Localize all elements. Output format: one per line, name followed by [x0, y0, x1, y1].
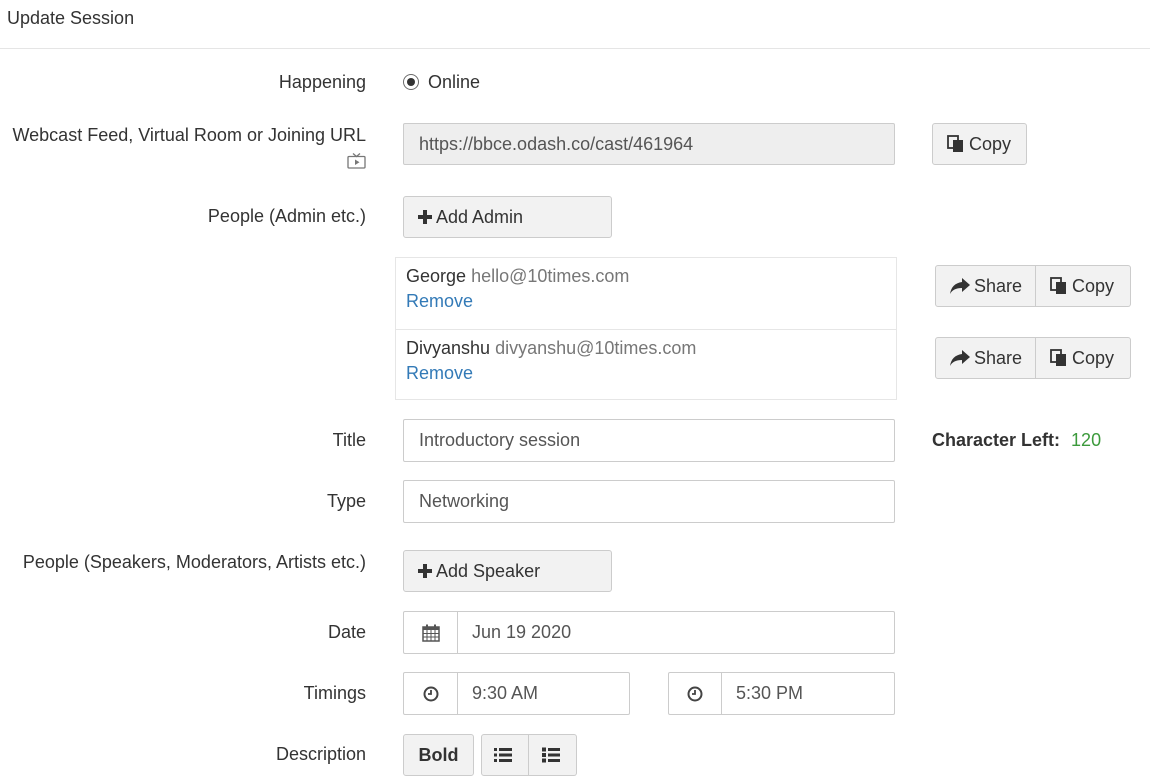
character-left-label: Character Left: — [932, 430, 1061, 450]
start-time-addon[interactable] — [403, 672, 458, 715]
date-label: Date — [327, 622, 366, 642]
character-left-value: 120 — [1071, 430, 1102, 450]
webcast-label-group: Webcast Feed, Virtual Room or Joining UR… — [12, 125, 367, 175]
speakers-label: People (Speakers, Moderators, Artists et… — [22, 552, 366, 572]
share-label: Share — [974, 347, 1023, 368]
copy-icon — [1050, 349, 1066, 366]
list-item: Divyanshu divyanshu@10times.com Remove — [396, 329, 896, 401]
admins-label: People (Admin etc.) — [207, 206, 366, 226]
add-admin-label: Add Admin — [436, 206, 524, 227]
webcast-label: Webcast Feed, Virtual Room or Joining UR… — [12, 125, 367, 145]
share-icon — [950, 278, 970, 294]
admin-actions-2: Share Copy — [935, 337, 1131, 379]
copy-icon — [1050, 277, 1066, 294]
share-button[interactable]: Share — [935, 337, 1036, 379]
list-icon — [494, 748, 512, 762]
person-email: divyanshu@10times.com — [495, 338, 697, 358]
list-icon-alt — [541, 747, 560, 763]
copy-label: Copy — [1072, 347, 1115, 368]
modal-header — [0, 0, 1150, 49]
start-time-input[interactable]: 9:30 AM — [458, 672, 630, 715]
copy-url-button[interactable]: Copy — [932, 123, 1027, 165]
person-email: hello@10times.com — [471, 266, 630, 286]
copy-label: Copy — [969, 133, 1012, 154]
list-item: George hello@10times.com Remove — [396, 258, 896, 329]
online-radio[interactable] — [403, 74, 419, 90]
online-radio-label: Online — [428, 72, 481, 92]
remove-link[interactable]: Remove — [406, 363, 473, 384]
plus-icon — [418, 564, 432, 578]
calendar-icon — [421, 624, 440, 642]
remove-link[interactable]: Remove — [406, 291, 473, 312]
date-input[interactable]: Jun 19 2020 — [458, 611, 895, 654]
title-label: Title — [332, 430, 366, 450]
add-speaker-button[interactable]: Add Speaker — [403, 550, 612, 592]
numbered-list-button[interactable] — [529, 734, 577, 776]
end-time-input[interactable]: 5:30 PM — [722, 672, 895, 715]
happening-label: Happening — [278, 72, 366, 92]
admin-list: George hello@10times.com Remove Divyansh… — [395, 257, 897, 400]
copy-button[interactable]: Copy — [1036, 337, 1131, 379]
description-label: Description — [275, 744, 366, 764]
type-input[interactable]: Networking — [403, 480, 895, 523]
timings-label: Timings — [303, 683, 366, 703]
bullet-list-button[interactable] — [481, 734, 529, 776]
copy-icon — [947, 135, 963, 152]
add-speaker-label: Add Speaker — [436, 560, 541, 581]
list-format-group — [481, 734, 577, 776]
end-time-addon[interactable] — [668, 672, 722, 715]
share-button[interactable]: Share — [935, 265, 1036, 307]
type-label: Type — [326, 491, 366, 511]
title-input[interactable]: Introductory session — [403, 419, 895, 462]
add-admin-button[interactable]: Add Admin — [403, 196, 612, 238]
share-label: Share — [974, 275, 1023, 296]
page-title: Update Session — [7, 8, 135, 28]
clock-icon — [687, 686, 703, 701]
clock-icon — [423, 686, 438, 701]
tv-play-icon — [347, 153, 366, 169]
copy-button[interactable]: Copy — [1036, 265, 1131, 307]
person-name: Divyanshu — [406, 338, 491, 358]
bold-button[interactable]: Bold — [403, 734, 474, 776]
webcast-url-field[interactable]: https://bbce.odash.co/cast/461964 — [403, 123, 895, 165]
copy-label: Copy — [1072, 275, 1115, 296]
plus-icon — [418, 210, 432, 224]
admin-actions-1: Share Copy — [935, 265, 1131, 307]
date-addon[interactable] — [403, 611, 458, 654]
share-icon — [950, 350, 970, 366]
person-name: George — [406, 266, 467, 286]
character-left: Character Left: 120 — [932, 430, 1101, 451]
